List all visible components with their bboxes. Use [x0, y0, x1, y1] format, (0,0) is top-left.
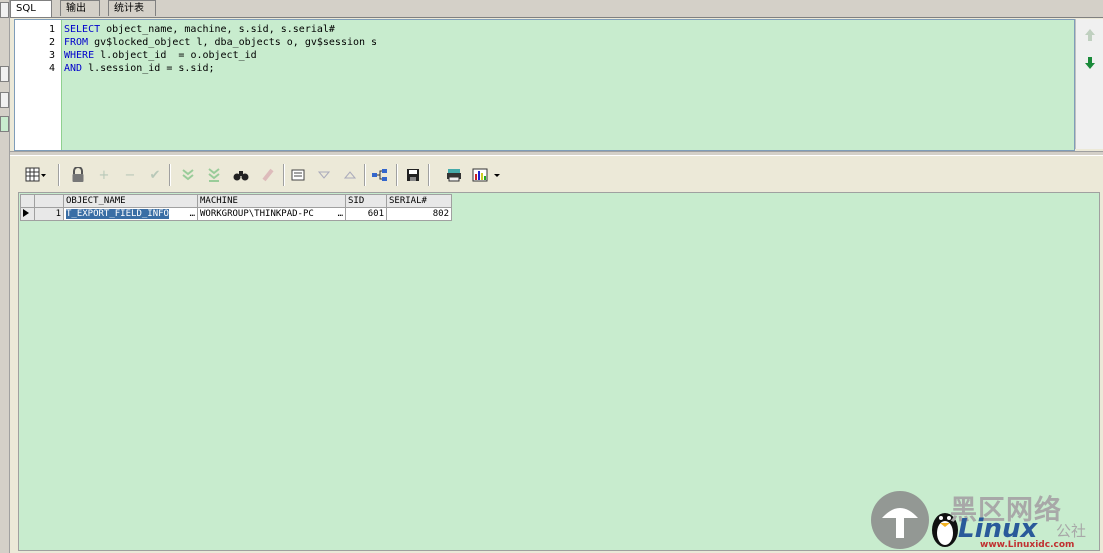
table-row[interactable]: 1 T_EXPORT_FIELD_INFO … WORKGROUP\THINKPA… [20, 207, 452, 221]
export-icon[interactable] [404, 165, 422, 185]
code-text: l.object_id = o.object_id [94, 50, 257, 61]
next-record-icon[interactable] [315, 165, 333, 185]
row-indicator-header [20, 194, 35, 208]
tab-sql[interactable]: SQL [10, 0, 52, 17]
cell-serial[interactable]: 802 [386, 207, 452, 221]
current-row-indicator [20, 207, 35, 221]
cell-object-name[interactable]: T_EXPORT_FIELD_INFO … [63, 207, 198, 221]
sql-keyword: AND [64, 63, 83, 74]
watermark-suffix: 公社 [1056, 522, 1087, 540]
column-header-sid[interactable]: SID [345, 194, 387, 208]
watermark-url: www.Linuxidc.com [980, 540, 1075, 550]
object-name-value: T_EXPORT_FIELD_INFO [66, 209, 169, 219]
sql-keyword: FROM [64, 37, 89, 48]
left-panel-button-3[interactable] [0, 116, 9, 132]
column-header-object-name[interactable]: OBJECT_NAME [63, 194, 198, 208]
code-line[interactable]: WHERE l.object_id = o.object_id [64, 49, 257, 62]
tab-output[interactable]: 输出 [60, 0, 100, 16]
post-changes-icon[interactable]: ✔ [146, 165, 164, 185]
tab-output-label: 输出 [66, 3, 86, 14]
find-icon[interactable] [232, 165, 250, 185]
code-line[interactable]: SELECT object_name, machine, s.sid, s.se… [64, 23, 335, 36]
fetch-last-icon[interactable] [205, 165, 223, 185]
toolbar-separator [396, 164, 398, 186]
next-statement-icon[interactable] [1085, 57, 1095, 69]
clear-icon[interactable] [259, 165, 277, 185]
results-toolbar: + − ✔ [18, 162, 578, 190]
code-text: object_name, machine, s.sid, s.serial# [100, 24, 335, 35]
column-header-machine[interactable]: MACHINE [197, 194, 346, 208]
code-text: l.session_id = s.sid; [82, 63, 215, 74]
mushroom-logo-icon [871, 491, 929, 549]
left-panel-button-2[interactable] [0, 92, 9, 108]
toolbar-separator [169, 164, 171, 186]
toolbar-separator [58, 164, 60, 186]
current-row-arrow-icon [23, 208, 29, 217]
previous-statement-icon[interactable] [1085, 29, 1095, 41]
line-number: 2 [48, 37, 55, 48]
cell-ellipsis-button[interactable]: … [338, 209, 343, 219]
toolbar-separator [283, 164, 285, 186]
cell-ellipsis-button[interactable]: … [190, 209, 195, 219]
cell-sid[interactable]: 601 [345, 207, 387, 221]
delete-record-icon[interactable]: − [121, 165, 139, 185]
sql-keyword: WHERE [64, 50, 95, 61]
site-watermark: 黑区网络 Linux 公社 www.Linuxidc.com [868, 488, 1103, 553]
fetch-next-icon[interactable] [179, 165, 197, 185]
add-record-icon[interactable]: + [95, 165, 113, 185]
column-header-serial[interactable]: SERIAL# [386, 194, 452, 208]
code-line[interactable]: AND l.session_id = s.sid; [64, 62, 215, 75]
cell-machine[interactable]: WORKGROUP\THINKPAD-PC … [197, 207, 346, 221]
left-panel-button-1[interactable] [0, 66, 9, 82]
line-number: 4 [48, 63, 55, 74]
left-collapse-button[interactable] [0, 2, 9, 18]
tab-sql-label: SQL [16, 3, 36, 14]
pane-splitter[interactable] [10, 151, 1103, 156]
gutter-divider [61, 20, 62, 150]
row-number-header [34, 194, 64, 208]
toolbar-separator [428, 164, 430, 186]
history-navigation-panel [1075, 19, 1103, 149]
code-line[interactable]: FROM gv$locked_object l, dba_objects o, … [64, 36, 377, 49]
line-number: 3 [48, 50, 55, 61]
toolbar-separator [364, 164, 366, 186]
line-number: 1 [48, 24, 55, 35]
machine-value: WORKGROUP\THINKPAD-PC [200, 209, 314, 219]
results-grid: OBJECT_NAME MACHINE SID SERIAL# 1 T_EXPO… [20, 194, 452, 221]
lock-icon[interactable] [69, 165, 87, 185]
sql-editor[interactable]: 1 2 3 4 SELECT object_name, machine, s.s… [14, 19, 1075, 151]
tab-statistics[interactable]: 统计表 [108, 0, 156, 16]
single-record-icon[interactable] [290, 165, 308, 185]
left-side-strip [0, 0, 10, 553]
grid-menu-icon[interactable] [23, 165, 49, 185]
line-number-gutter: 1 2 3 4 [15, 20, 62, 150]
tab-statistics-label: 统计表 [114, 3, 144, 14]
tab-bar: SQL 输出 统计表 [10, 0, 1103, 18]
grid-header-row: OBJECT_NAME MACHINE SID SERIAL# [20, 194, 452, 208]
row-number: 1 [34, 207, 64, 221]
print-icon[interactable] [445, 165, 463, 185]
code-text: gv$locked_object l, dba_objects o, gv$se… [88, 37, 378, 48]
sql-keyword: SELECT [64, 24, 101, 35]
chart-icon[interactable] [471, 165, 505, 185]
previous-record-icon[interactable] [341, 165, 359, 185]
query-by-example-icon[interactable] [371, 165, 389, 185]
